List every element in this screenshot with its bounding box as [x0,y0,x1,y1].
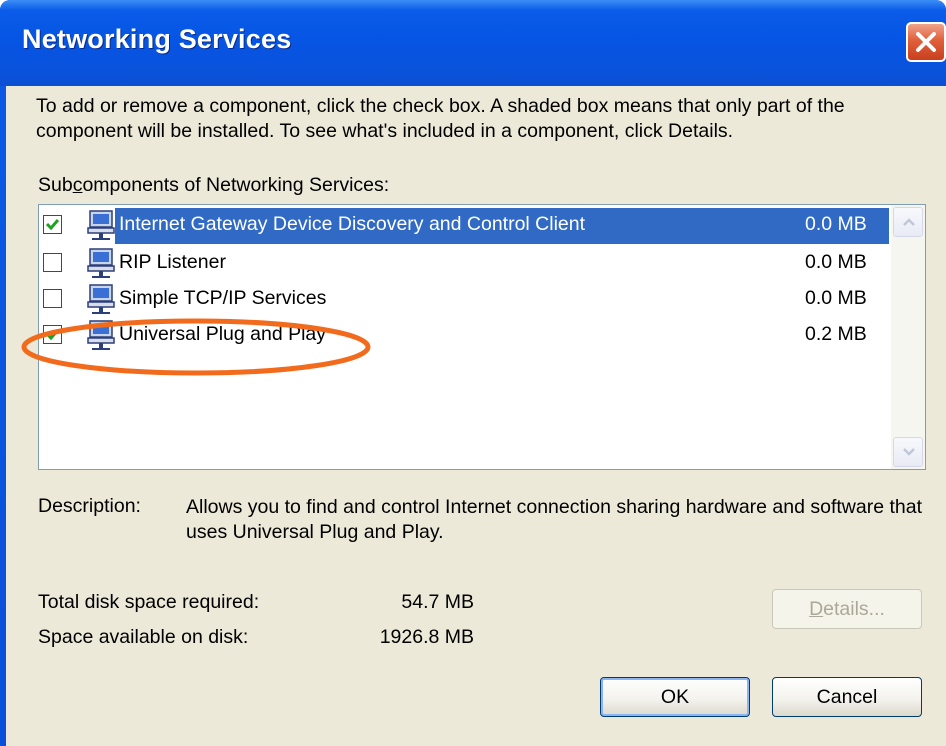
description-label: Description: [38,495,141,517]
component-name: Internet Gateway Device Discovery and Co… [119,213,586,235]
vertical-scrollbar[interactable] [891,205,925,469]
component-size: 0.0 MB [805,213,867,235]
network-computer-icon [87,248,115,278]
cancel-button[interactable]: Cancel [772,677,922,717]
checkmark-icon [45,329,60,341]
component-name: RIP Listener [119,251,226,273]
scroll-up-button[interactable] [893,207,923,237]
network-computer-icon [87,284,115,314]
component-name: Universal Plug and Play [119,323,327,345]
chevron-down-icon [903,448,915,456]
ok-button[interactable]: OK [600,677,750,717]
list-item[interactable]: Simple TCP/IP Services 0.0 MB [41,282,887,318]
disk-required-label: Total disk space required: [38,591,260,613]
disk-required-value: 54.7 MB [401,591,474,613]
networking-services-dialog: Networking Services To add or remove a c… [0,0,946,746]
close-button[interactable] [906,22,946,62]
details-button[interactable]: Details... [772,589,922,629]
component-checkbox[interactable] [43,253,62,272]
subcomponents-list[interactable]: Internet Gateway Device Discovery and Co… [38,204,926,470]
disk-available-label: Space available on disk: [38,626,249,648]
component-size: 0.0 MB [805,251,867,273]
network-computer-icon [87,210,115,240]
disk-available-value: 1926.8 MB [379,626,474,648]
component-name: Simple TCP/IP Services [119,287,327,309]
checkmark-icon [45,219,60,231]
component-checkbox[interactable] [43,325,62,344]
list-item[interactable]: Universal Plug and Play 0.2 MB [41,318,887,354]
chevron-up-icon [903,218,915,226]
subcomponents-label: Subcomponents of Networking Services: [38,174,390,196]
title-bar[interactable]: Networking Services [0,0,946,86]
description-text: Allows you to find and control Internet … [186,496,923,543]
scroll-down-button[interactable] [893,437,923,467]
instructions-text: To add or remove a component, click the … [36,95,845,142]
component-size: 0.2 MB [805,323,867,345]
list-item[interactable]: RIP Listener 0.0 MB [41,246,887,282]
component-checkbox[interactable] [43,215,62,234]
component-size: 0.0 MB [805,287,867,309]
component-checkbox[interactable] [43,289,62,308]
window-title: Networking Services [22,24,292,54]
dialog-body: To add or remove a component, click the … [6,86,946,746]
list-item[interactable]: Internet Gateway Device Discovery and Co… [41,208,889,244]
close-icon [916,32,936,52]
network-computer-icon [87,320,115,350]
